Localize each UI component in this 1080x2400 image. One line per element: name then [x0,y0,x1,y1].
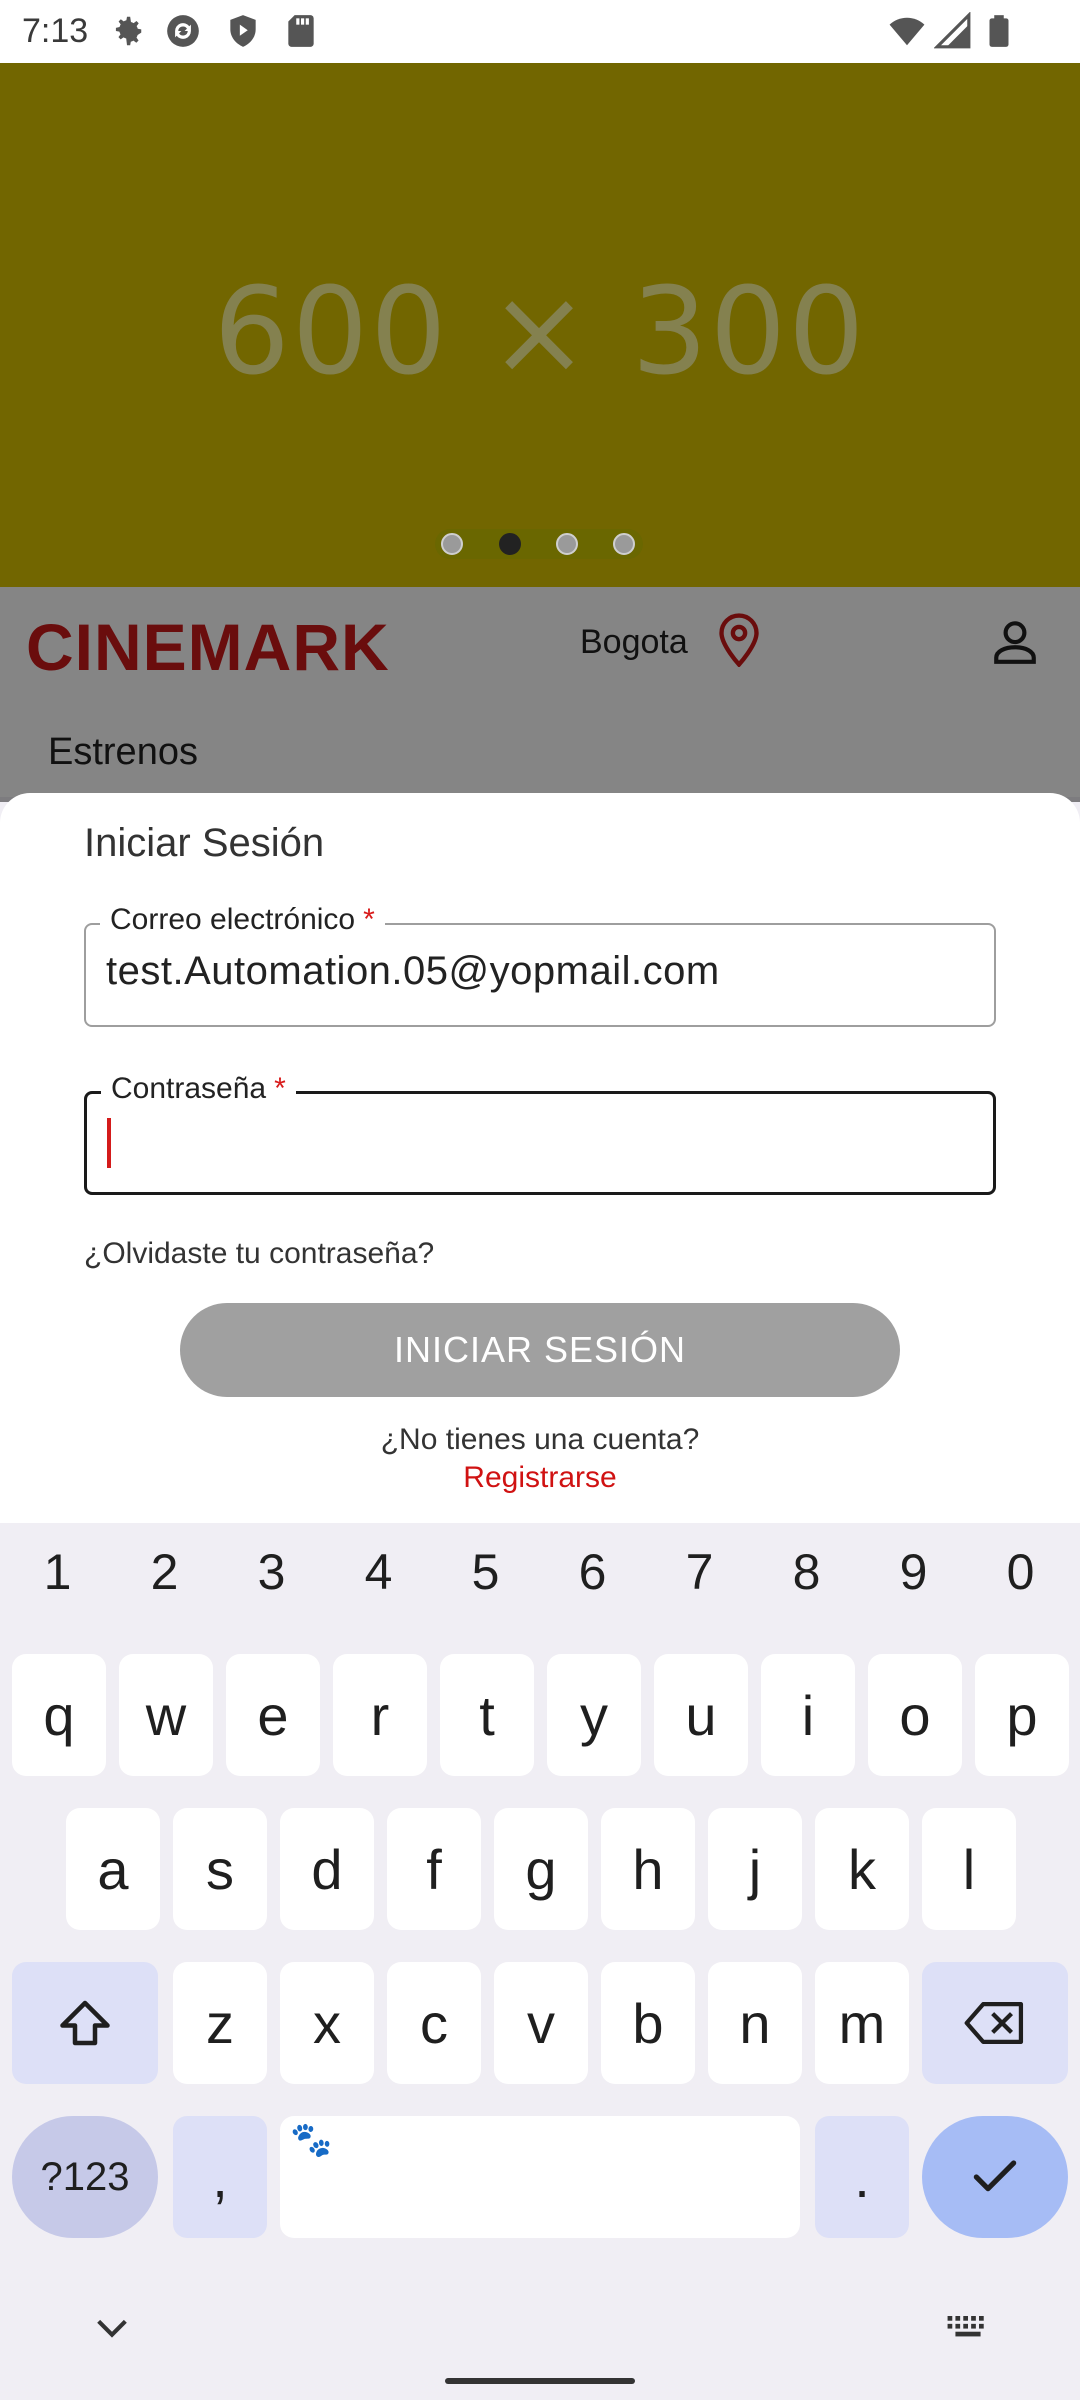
backspace-icon [964,2002,1024,2044]
carousel-indicator [435,529,643,559]
key-c[interactable]: c [387,1962,481,2084]
login-button[interactable]: INICIAR SESIÓN [180,1303,900,1397]
period-key[interactable]: . [815,2116,909,2238]
key-e[interactable]: e [226,1654,320,1776]
key-x[interactable]: x [280,1962,374,2084]
shift-key[interactable] [12,1962,158,2084]
key-f[interactable]: f [387,1808,481,1930]
modal-scrim[interactable] [0,587,1080,802]
paw-icon: 🐾 [290,2121,333,2159]
checkmark-icon [973,2160,1017,2192]
forgot-password-link[interactable]: ¿Olvidaste tu contraseña? [84,1237,434,1271]
key-j[interactable]: j [708,1808,802,1930]
sheet-title: Iniciar Sesión [84,821,325,865]
key-k[interactable]: k [815,1808,909,1930]
home-indicator[interactable] [445,2378,635,2384]
key-y[interactable]: y [547,1654,641,1776]
required-marker: * [363,903,375,936]
signal-icon [934,12,971,49]
key-6[interactable]: 6 [539,1543,646,1601]
password-field[interactable]: Contraseña * [84,1072,996,1195]
wifi-icon [889,17,925,46]
sync-icon [167,15,199,47]
enter-key[interactable] [922,2116,1068,2238]
carousel-dot[interactable] [556,533,578,555]
key-5[interactable]: 5 [432,1543,539,1601]
key-w[interactable]: w [119,1654,213,1776]
symbols-key[interactable]: ?123 [12,2116,158,2238]
email-field[interactable]: Correo electrónico * test.Automation.05@y… [84,903,996,1027]
carousel-dot[interactable] [441,533,463,555]
shift-icon [60,2000,110,2046]
gear-icon [115,16,142,46]
backspace-key[interactable] [922,1962,1068,2084]
login-bottom-sheet: Iniciar Sesión Correo electrónico * test.… [0,793,1080,1523]
carousel-dot[interactable] [613,533,635,555]
key-d[interactable]: d [280,1808,374,1930]
key-7[interactable]: 7 [646,1543,753,1601]
key-v[interactable]: v [494,1962,588,2084]
key-3[interactable]: 3 [218,1543,325,1601]
no-account-text: ¿No tienes una cuenta? [380,1423,700,1456]
email-label: Correo electrónico * [100,903,385,937]
email-value: test.Automation.05@yopmail.com [106,949,720,993]
key-h[interactable]: h [601,1808,695,1930]
key-9[interactable]: 9 [860,1543,967,1601]
key-n[interactable]: n [708,1962,802,2084]
hide-keyboard-chevron-icon[interactable] [92,2313,132,2343]
key-o[interactable]: o [868,1654,962,1776]
number-row: 1 2 3 4 5 6 7 8 9 0 [0,1543,1080,1623]
key-4[interactable]: 4 [325,1543,432,1601]
key-0[interactable]: 0 [967,1543,1074,1601]
banner-placeholder-text: 600 × 300 [213,263,867,402]
register-link[interactable]: Registrarse [0,1461,1080,1495]
key-a[interactable]: a [66,1808,160,1930]
key-u[interactable]: u [654,1654,748,1776]
sd-card-icon [288,15,314,47]
key-8[interactable]: 8 [753,1543,860,1601]
soft-keyboard: 1 2 3 4 5 6 7 8 9 0 q w e r t y u i o p … [0,1523,1080,2400]
space-key[interactable]: 🐾 [280,2116,800,2238]
key-p[interactable]: p [975,1654,1069,1776]
key-s[interactable]: s [173,1808,267,1930]
status-time: 7:13 [22,12,89,50]
key-l[interactable]: l [922,1808,1016,1930]
key-1[interactable]: 1 [4,1543,111,1601]
comma-key[interactable]: , [173,2116,267,2238]
carousel-dot-active[interactable] [499,533,521,555]
key-b[interactable]: b [601,1962,695,2084]
key-q[interactable]: q [12,1654,106,1776]
key-z[interactable]: z [173,1962,267,2084]
status-bar: 7:13 [0,0,1080,63]
key-t[interactable]: t [440,1654,534,1776]
battery-icon [989,15,1009,47]
promo-banner[interactable]: 600 × 300 [0,63,1080,587]
key-i[interactable]: i [761,1654,855,1776]
key-2[interactable]: 2 [111,1543,218,1601]
key-m[interactable]: m [815,1962,909,2084]
required-marker: * [274,1072,286,1105]
key-r[interactable]: r [333,1654,427,1776]
text-cursor [107,1118,111,1168]
password-label: Contraseña * [101,1072,296,1106]
shield-play-icon [230,15,256,47]
key-g[interactable]: g [494,1808,588,1930]
keyboard-switch-icon[interactable] [946,2313,990,2341]
